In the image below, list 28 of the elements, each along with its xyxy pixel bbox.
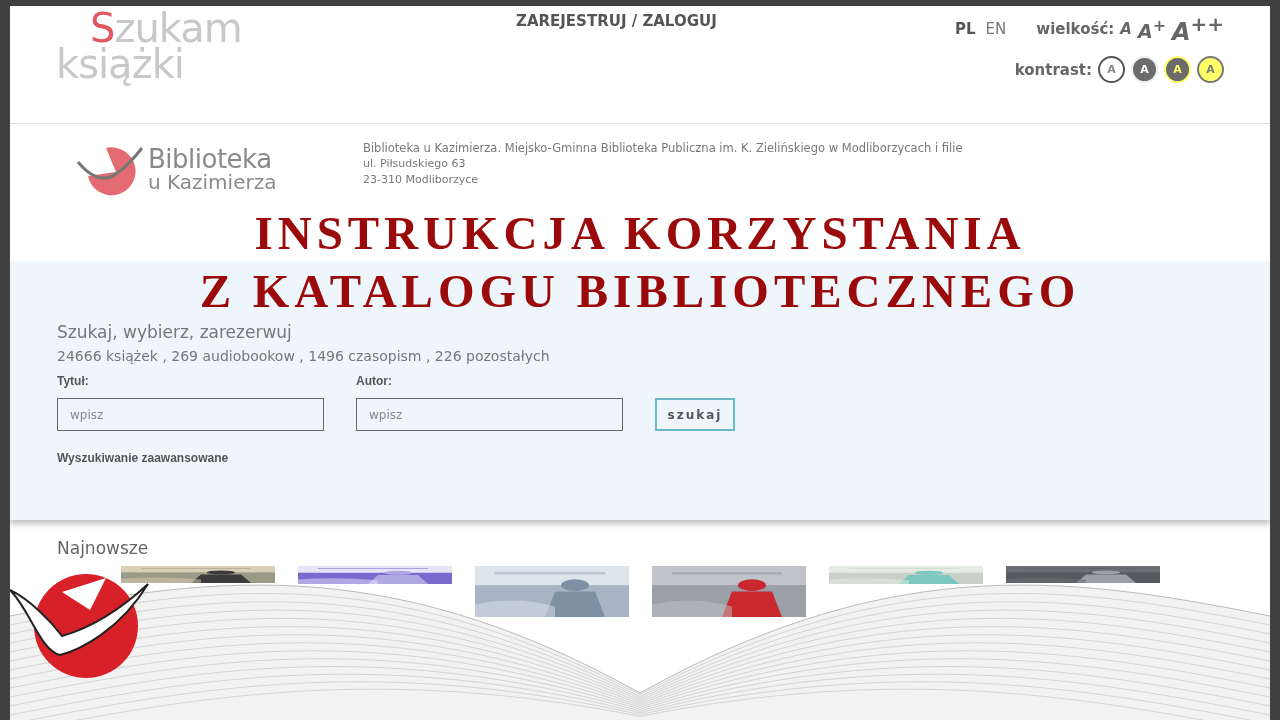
search-button[interactable]: szukaj xyxy=(655,398,735,431)
font-size-button[interactable]: A$^{+}$ xyxy=(1137,15,1166,43)
contrast-label: kontrast: xyxy=(1014,60,1092,79)
contrast-button[interactable]: A xyxy=(1131,56,1158,83)
size-label: wielkość: xyxy=(1036,20,1115,38)
search-heading: Szukaj, wybierz, zarezerwuj xyxy=(57,322,292,342)
field-label: Autor: xyxy=(356,374,393,388)
section-heading: Najnowsze xyxy=(57,538,149,558)
language-link[interactable]: EN xyxy=(985,20,1007,38)
font-size-button[interactable]: A$^{++}$ xyxy=(1171,12,1224,46)
input-field[interactable]: wpisz xyxy=(356,398,623,431)
language-link[interactable]: PL xyxy=(955,20,976,38)
overlay-title: INSTRUKCJA KORZYSTANIA xyxy=(254,207,1026,259)
login-link[interactable]: ZAREJESTRUJ / ZALOGUJ xyxy=(516,12,717,30)
advanced-search-link[interactable]: Wyszukiwanie zaawansowane xyxy=(57,451,229,465)
contrast-button[interactable]: A xyxy=(1164,56,1191,83)
library-name: Biblioteka u Kazimierza. Miejsko-Gminna Biblioteka Publiczna im. K. Zielińskiego w Modliborzycach i filie xyxy=(363,140,963,156)
overlay-title: Z KATALOGU BIBLIOTECZNEGO xyxy=(199,265,1081,317)
address-line: ul. Piłsudskiego 63 xyxy=(363,156,467,172)
input-field[interactable]: wpisz xyxy=(57,398,324,431)
contrast-button[interactable]: A xyxy=(1098,56,1125,83)
font-size-button[interactable]: A xyxy=(1120,20,1132,38)
catalog-stats: 24666 książek , 269 audiobookow , 1496 czasopism , 226 pozostałych xyxy=(57,348,550,364)
address-line: 23-310 Modliborzyce xyxy=(363,172,480,188)
field-label: Tytuł: xyxy=(57,374,90,388)
library-logo-text: Biblioteka u Kazimierza xyxy=(148,146,277,192)
contrast-button[interactable]: A xyxy=(1197,56,1224,83)
library-logo-icon xyxy=(76,146,146,196)
